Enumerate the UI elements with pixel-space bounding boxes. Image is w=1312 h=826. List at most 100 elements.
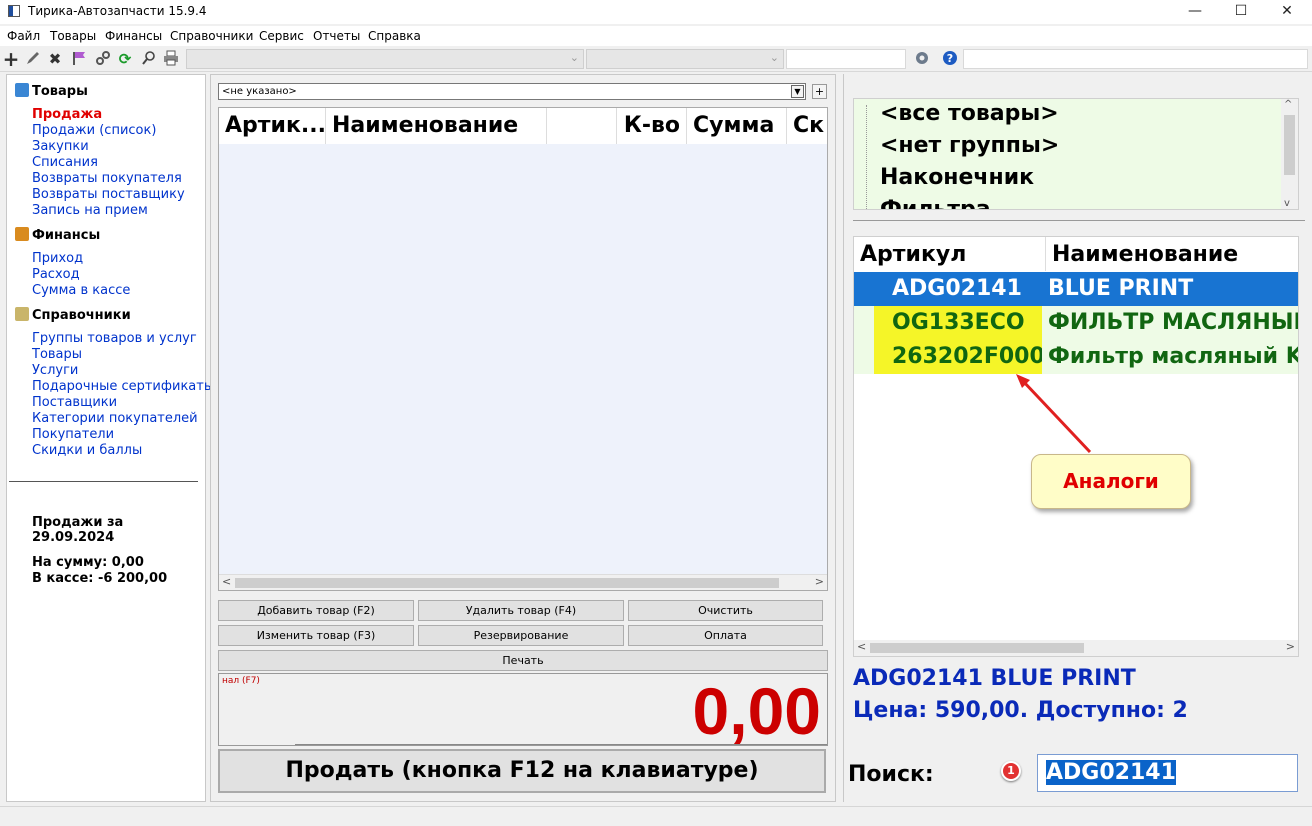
group-none[interactable]: <нет группы> bbox=[880, 133, 1059, 158]
books-icon bbox=[15, 307, 29, 321]
col-sum[interactable]: Сумма bbox=[687, 108, 787, 144]
add-icon[interactable]: + bbox=[2, 49, 20, 69]
nav-item-expense[interactable]: Расход bbox=[32, 267, 80, 282]
payment-button[interactable]: Оплата bbox=[628, 625, 823, 646]
sale-items-table[interactable]: Артик... Наименование К-во Сумма Ск < > bbox=[218, 107, 828, 591]
nav-item-sales-list[interactable]: Продажи (список) bbox=[32, 123, 156, 138]
close-button[interactable]: ✕ bbox=[1264, 0, 1310, 24]
tree-scroll-thumb[interactable] bbox=[1284, 115, 1295, 175]
print-icon[interactable] bbox=[162, 50, 180, 68]
reserve-button[interactable]: Резервирование bbox=[418, 625, 624, 646]
tree-scrollbar[interactable]: ^ v bbox=[1281, 99, 1298, 209]
table-row[interactable]: 263202F000 Фильтр масляный K bbox=[854, 340, 1299, 374]
nav-item-writeoffs[interactable]: Списания bbox=[32, 155, 98, 170]
nav-item-goods[interactable]: Товары bbox=[32, 347, 82, 362]
nav-item-customer-categories[interactable]: Категории покупателей bbox=[32, 411, 198, 426]
group-tip[interactable]: Наконечник bbox=[880, 165, 1034, 190]
remove-item-button[interactable]: Удалить товар (F4) bbox=[418, 600, 624, 621]
table-row[interactable]: ADG02141 BLUE PRINT bbox=[854, 272, 1298, 306]
toolbar-field-2[interactable] bbox=[963, 49, 1308, 69]
nav-item-customers[interactable]: Покупатели bbox=[32, 427, 114, 442]
scroll-thumb[interactable] bbox=[235, 578, 779, 588]
nav-item-sale[interactable]: Продажа bbox=[32, 107, 102, 122]
col-qty[interactable]: К-во bbox=[617, 108, 687, 144]
scroll-down-icon[interactable]: v bbox=[1284, 198, 1290, 209]
minimize-button[interactable]: — bbox=[1172, 0, 1218, 24]
menu-goods[interactable]: Товары bbox=[50, 29, 96, 43]
nav-item-suppliers[interactable]: Поставщики bbox=[32, 395, 117, 410]
col-blank[interactable] bbox=[547, 108, 617, 144]
col-article[interactable]: Артикул bbox=[854, 237, 1046, 271]
add-customer-button[interactable]: + bbox=[812, 84, 827, 99]
row-name: ФИЛЬТР МАСЛЯНЫЙ bbox=[1048, 310, 1299, 335]
step-badge: 1 bbox=[1001, 761, 1021, 781]
scroll-up-icon[interactable]: ^ bbox=[1284, 99, 1292, 110]
payment-type-label[interactable]: нал (F7) bbox=[222, 676, 260, 686]
nav-item-cash[interactable]: Сумма в кассе bbox=[32, 283, 130, 298]
refresh-icon[interactable]: ⟳ bbox=[116, 50, 134, 68]
flag-icon[interactable] bbox=[70, 50, 88, 68]
toolbar: + ✖ ⟳ ⌄ ⌄ ? bbox=[0, 46, 1312, 72]
maximize-button[interactable]: ☐ bbox=[1218, 0, 1264, 24]
row-name: Фильтр масляный K bbox=[1048, 344, 1299, 369]
group-tree[interactable]: <все товары> <нет группы> Наконечник Фил… bbox=[853, 98, 1299, 210]
print-button[interactable]: Печать bbox=[218, 650, 828, 671]
clear-button[interactable]: Очистить bbox=[628, 600, 823, 621]
search-icon[interactable] bbox=[140, 50, 158, 68]
col-name[interactable]: Наименование bbox=[326, 108, 547, 144]
sales-date-stat: Продажи за 29.09.2024 bbox=[32, 515, 124, 545]
nav-item-services[interactable]: Услуги bbox=[32, 363, 78, 378]
results-scrollbar[interactable]: < > bbox=[854, 640, 1298, 656]
settings-icon[interactable] bbox=[913, 50, 931, 68]
edit-icon[interactable] bbox=[24, 50, 42, 68]
nav-item-discounts[interactable]: Скидки и баллы bbox=[32, 443, 142, 458]
scroll-right-icon[interactable]: > bbox=[1286, 640, 1295, 653]
table-row[interactable]: OG133ECO ФИЛЬТР МАСЛЯНЫЙ bbox=[854, 306, 1299, 340]
add-item-button[interactable]: Добавить товар (F2) bbox=[218, 600, 414, 621]
menu-file[interactable]: Файл bbox=[7, 29, 40, 43]
menu-references[interactable]: Справочники bbox=[170, 29, 253, 43]
nav-item-purchases[interactable]: Закупки bbox=[32, 139, 89, 154]
toolbar-combo-1[interactable]: ⌄ bbox=[186, 49, 584, 69]
nav-section-goods[interactable]: Товары bbox=[15, 83, 88, 99]
customer-select[interactable]: <не указано> ▼ bbox=[218, 83, 806, 100]
nav-item-groups[interactable]: Группы товаров и услуг bbox=[32, 331, 197, 346]
toolbar-field[interactable] bbox=[786, 49, 906, 69]
link-icon[interactable] bbox=[94, 50, 112, 68]
search-results-table[interactable]: Артикул Наименование ADG02141 BLUE PRINT… bbox=[853, 236, 1299, 657]
nav-item-customer-returns[interactable]: Возвраты покупателя bbox=[32, 171, 182, 186]
chevron-down-icon[interactable]: ▼ bbox=[791, 85, 804, 98]
app-window: Тирика-Автозапчасти 15.9.4 — ☐ ✕ Файл То… bbox=[0, 0, 1312, 826]
menu-service[interactable]: Сервис bbox=[259, 29, 304, 43]
scroll-left-icon[interactable]: < bbox=[222, 575, 231, 588]
edit-item-button[interactable]: Изменить товар (F3) bbox=[218, 625, 414, 646]
toolbar-combo-2[interactable]: ⌄ bbox=[586, 49, 784, 69]
group-all[interactable]: <все товары> bbox=[880, 101, 1059, 126]
col-discount[interactable]: Ск bbox=[787, 108, 827, 144]
delete-icon[interactable]: ✖ bbox=[46, 50, 64, 68]
svg-text:?: ? bbox=[947, 52, 953, 65]
menu-help[interactable]: Справка bbox=[368, 29, 421, 43]
nav-item-supplier-returns[interactable]: Возвраты поставщику bbox=[32, 187, 185, 202]
scroll-left-icon[interactable]: < bbox=[857, 640, 866, 653]
nav-item-gift-cards[interactable]: Подарочные сертификать bbox=[32, 379, 212, 394]
search-input[interactable]: ADG02141 bbox=[1037, 754, 1298, 792]
table-header: Артик... Наименование К-во Сумма Ск bbox=[219, 108, 827, 144]
group-filters[interactable]: Фильтра bbox=[880, 197, 991, 209]
menu-reports[interactable]: Отчеты bbox=[313, 29, 360, 43]
col-name[interactable]: Наименование bbox=[1046, 237, 1298, 271]
title-bar: Тирика-Автозапчасти 15.9.4 — ☐ ✕ bbox=[0, 0, 1312, 24]
nav-section-finance[interactable]: Финансы bbox=[15, 227, 100, 243]
results-scroll-thumb[interactable] bbox=[870, 643, 1084, 653]
table-scrollbar[interactable]: < > bbox=[219, 574, 827, 590]
menu-finance[interactable]: Финансы bbox=[105, 29, 162, 43]
nav-section-references[interactable]: Справочники bbox=[15, 307, 131, 323]
help-icon[interactable]: ? bbox=[941, 50, 959, 68]
app-icon bbox=[8, 5, 20, 17]
nav-item-appointments[interactable]: Запись на прием bbox=[32, 203, 148, 218]
scroll-right-icon[interactable]: > bbox=[815, 575, 824, 588]
nav-item-income[interactable]: Приход bbox=[32, 251, 83, 266]
col-article[interactable]: Артик... bbox=[219, 108, 326, 144]
sell-button[interactable]: Продать (кнопка F12 на клавиатуре) bbox=[218, 749, 826, 793]
analogs-callout: Аналоги bbox=[1031, 454, 1191, 509]
